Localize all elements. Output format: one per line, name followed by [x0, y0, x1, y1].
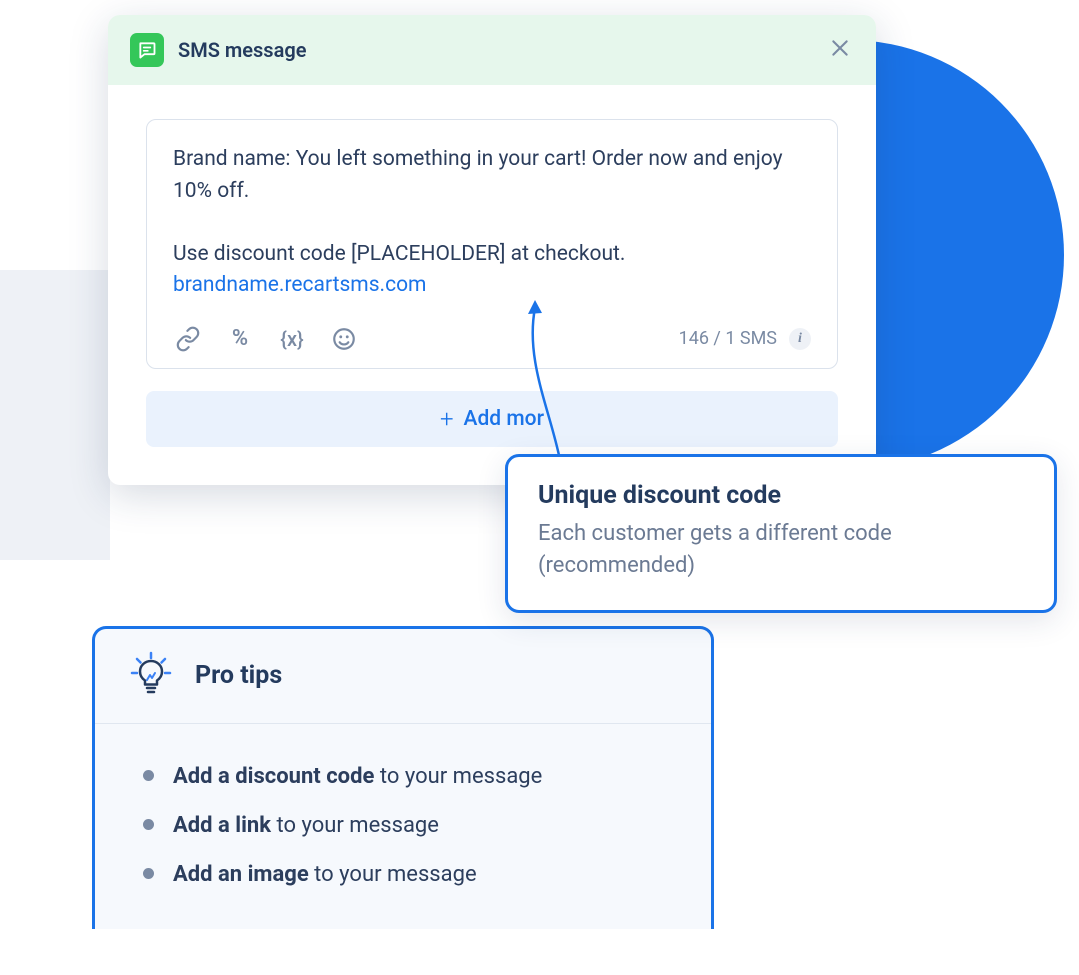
- sms-message-card: SMS message Brand name: You left somethi…: [108, 15, 876, 485]
- character-counter: 146 / 1 SMS i: [679, 328, 811, 350]
- sms-header-title: SMS message: [178, 38, 306, 62]
- list-item: Add an image to your message: [143, 850, 663, 899]
- list-item: Add a discount code to your message: [143, 752, 663, 801]
- sms-header-left: SMS message: [130, 33, 306, 67]
- pro-tips-header: Pro tips: [95, 629, 711, 724]
- message-link[interactable]: brandname.recartsms.com: [173, 273, 426, 297]
- sms-card-header: SMS message: [108, 15, 876, 85]
- chat-icon: [130, 33, 164, 67]
- tip-rest: to your message: [271, 813, 439, 838]
- message-line-1: Brand name: You left something in your c…: [173, 147, 783, 203]
- info-icon[interactable]: i: [789, 328, 811, 350]
- pro-tips-title: Pro tips: [195, 661, 282, 690]
- message-text[interactable]: Brand name: You left something in your c…: [173, 144, 811, 302]
- add-more-label: Add mor: [464, 407, 544, 431]
- add-more-button[interactable]: + Add mor: [146, 391, 838, 447]
- callout-description: Each customer gets a different code (rec…: [538, 518, 1024, 582]
- link-icon[interactable]: [173, 324, 203, 354]
- sms-card-body: Brand name: You left something in your c…: [108, 85, 876, 485]
- tip-bold: Add a link: [173, 813, 271, 838]
- editor-tools: % {x}: [173, 324, 359, 354]
- editor-toolbar-row: % {x} 146 / 1 SMS i: [173, 324, 811, 354]
- pro-tips-panel: Pro tips Add a discount code to your mes…: [92, 626, 714, 929]
- counter-text: 146 / 1 SMS: [679, 328, 777, 349]
- tip-rest: to your message: [374, 764, 542, 789]
- discount-icon[interactable]: %: [225, 324, 255, 354]
- tip-rest: to your message: [309, 862, 477, 887]
- variable-icon[interactable]: {x}: [277, 324, 307, 354]
- tip-bold: Add a discount code: [173, 764, 374, 789]
- message-line-2: Use discount code [PLACEHOLDER] at check…: [173, 242, 625, 266]
- callout-title: Unique discount code: [538, 481, 1024, 510]
- tip-bold: Add an image: [173, 862, 309, 887]
- discount-code-callout: Unique discount code Each customer gets …: [505, 454, 1057, 613]
- plus-icon: +: [440, 405, 454, 433]
- lightbulb-icon: [127, 651, 175, 699]
- close-icon[interactable]: [826, 31, 854, 69]
- decorative-rect: [0, 270, 110, 560]
- pro-tips-list: Add a discount code to your message Add …: [95, 724, 711, 929]
- list-item: Add a link to your message: [143, 801, 663, 850]
- emoji-icon[interactable]: [329, 324, 359, 354]
- message-editor[interactable]: Brand name: You left something in your c…: [146, 119, 838, 369]
